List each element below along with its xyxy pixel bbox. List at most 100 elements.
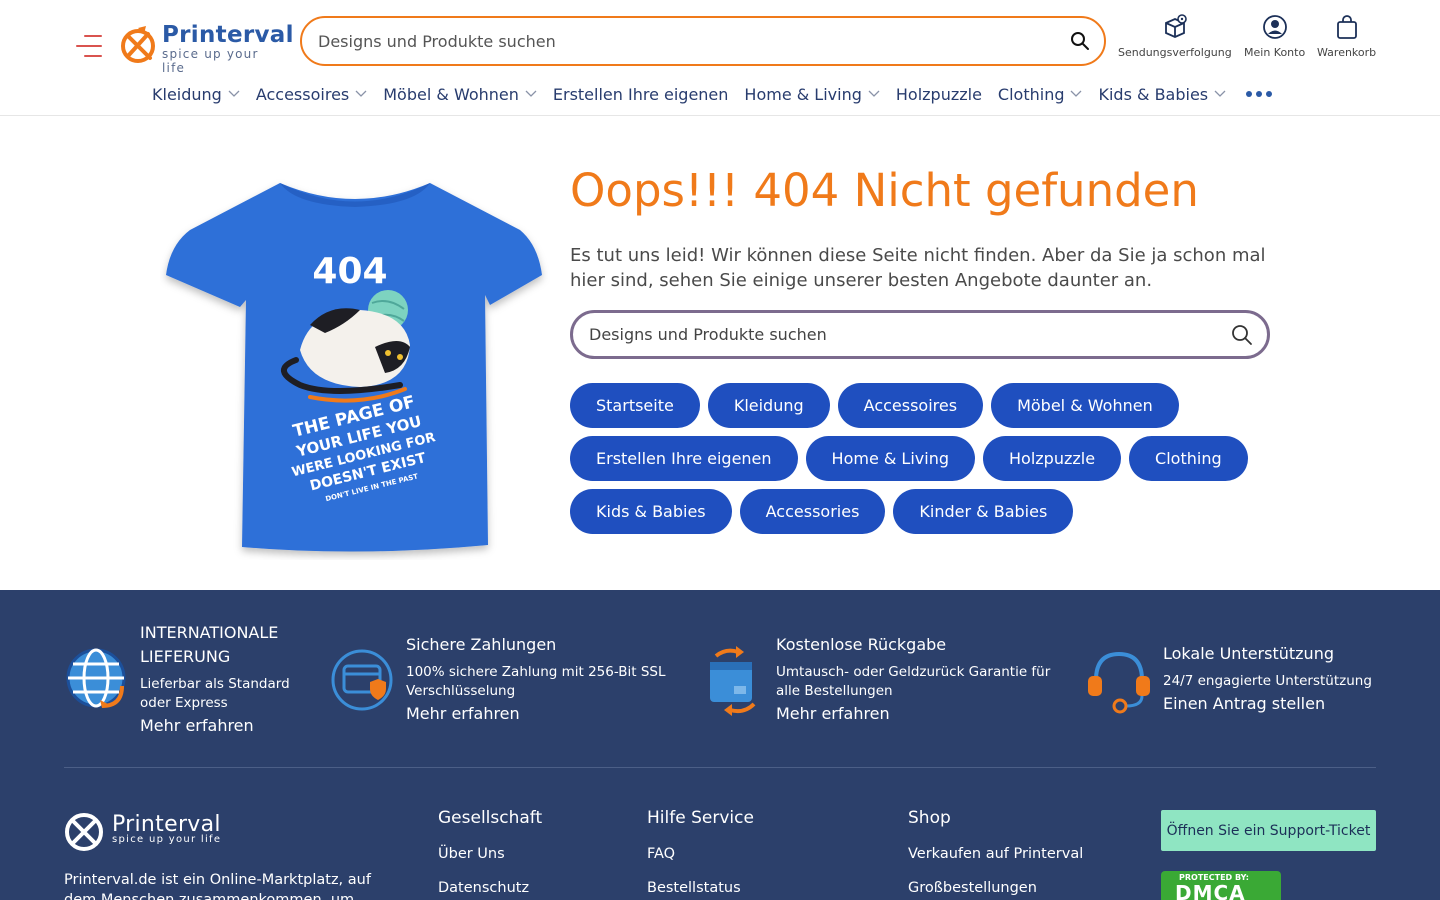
footer-column-heading: Gesellschaft bbox=[438, 808, 543, 828]
pill-kinder-babies[interactable]: Kinder & Babies bbox=[893, 489, 1074, 534]
globe-icon bbox=[66, 648, 126, 708]
cart-label: Warenkorb bbox=[1317, 46, 1377, 59]
search-icon[interactable] bbox=[1070, 31, 1090, 51]
cart-button[interactable]: Warenkorb bbox=[1317, 14, 1376, 59]
pill-kids-babies[interactable]: Kids & Babies bbox=[570, 489, 732, 534]
footer-column-hilfe: Hilfe Service FAQ Bestellstatus bbox=[647, 808, 754, 900]
pill-clothing[interactable]: Clothing bbox=[1129, 436, 1248, 481]
chevron-down-icon bbox=[355, 90, 367, 97]
feature-link[interactable]: Mehr erfahren bbox=[140, 716, 254, 735]
user-icon bbox=[1262, 15, 1287, 39]
nav-item-label: Kleidung bbox=[152, 84, 222, 104]
footer-link[interactable]: Datenschutz bbox=[438, 880, 542, 896]
header-search-input[interactable] bbox=[318, 18, 1038, 64]
footer-column-heading: Shop bbox=[908, 808, 951, 828]
feature-subtitle: 24/7 engagierte Unterstützung bbox=[1163, 673, 1372, 689]
footer-brand-tagline: spice up your life bbox=[112, 834, 222, 845]
feature-subtitle: 100% sichere Zahlung mit 256-Bit SSL Ver… bbox=[406, 664, 666, 699]
package-track-icon bbox=[1164, 14, 1187, 38]
tshirt-404-image: 404 THE PAGE OF YOUR LIFE YOU WERE LOOKI… bbox=[166, 183, 542, 552]
logo-mark-icon bbox=[65, 813, 103, 851]
nav-item-home-living[interactable]: Home & Living bbox=[744, 84, 880, 104]
nav-item-label: Kids & Babies bbox=[1098, 84, 1209, 104]
dmca-main-text: DMCA bbox=[1175, 881, 1246, 900]
footer-link[interactable]: Bestellstatus bbox=[647, 880, 754, 896]
support-ticket-button[interactable]: Öffnen Sie ein Support-Ticket bbox=[1161, 810, 1376, 851]
feature-title: INTERNATIONALE LIEFERUNG bbox=[140, 623, 279, 666]
return-box-icon bbox=[710, 646, 756, 716]
footer-logo[interactable]: Printerval spice up your life bbox=[64, 810, 244, 852]
feature-subtitle: Lieferbar als Standard oder Express bbox=[140, 676, 290, 711]
nav-item-kleidung[interactable]: Kleidung bbox=[152, 85, 240, 104]
page-title: Oops!!! 404 Nicht gefunden bbox=[570, 164, 1199, 217]
nav-item-label: Clothing bbox=[997, 84, 1065, 104]
footer-column-gesellschaft: Gesellschaft Über Uns Datenschutz bbox=[438, 808, 542, 900]
feature-link[interactable]: Mehr erfahren bbox=[776, 704, 890, 723]
footer-link[interactable]: Über Uns bbox=[438, 846, 542, 862]
pill-home-living[interactable]: Home & Living bbox=[805, 436, 975, 481]
nav-item-label: Accessoires bbox=[255, 84, 350, 104]
tracking-label: Sendungsverfolgung bbox=[1118, 46, 1232, 59]
feature-link[interactable]: Einen Antrag stellen bbox=[1163, 694, 1325, 713]
bag-icon bbox=[1336, 15, 1357, 39]
site-footer: INTERNATIONALE LIEFERUNG Lieferbar als S… bbox=[0, 590, 1440, 900]
feature-title: Lokale Unterstützung bbox=[1163, 644, 1334, 663]
pill-kleidung[interactable]: Kleidung bbox=[707, 383, 830, 428]
chevron-down-icon bbox=[868, 90, 880, 97]
account-label: Mein Konto bbox=[1244, 46, 1306, 59]
headset-icon bbox=[1088, 651, 1150, 714]
error-description: Es tut uns leid! Wir können diese Seite … bbox=[570, 245, 1266, 291]
footer-description: Printerval.de ist ein Online-Marktplatz,… bbox=[64, 872, 371, 900]
logo-mark-icon bbox=[121, 26, 155, 63]
feature-title: Kostenlose Rückgabe bbox=[776, 635, 947, 654]
nav-item-erstellen[interactable]: Erstellen Ihre eigenen bbox=[553, 85, 729, 104]
main-nav: Kleidung Accessoires Möbel & Wohnen Erst… bbox=[152, 80, 1276, 108]
footer-divider bbox=[64, 767, 1376, 768]
pill-accessoires[interactable]: Accessoires bbox=[837, 383, 984, 428]
footer-column-shop: Shop Verkaufen auf Printerval Großbestel… bbox=[908, 808, 1083, 900]
nav-item-label: Möbel & Wohnen bbox=[383, 84, 519, 104]
feature-title: Sichere Zahlungen bbox=[406, 635, 557, 654]
chevron-down-icon bbox=[1071, 90, 1082, 97]
category-pill-group: Startseite Kleidung Accessoires Möbel & … bbox=[570, 383, 1290, 542]
pill-accessories[interactable]: Accessories bbox=[739, 489, 886, 534]
menu-icon[interactable] bbox=[74, 33, 102, 59]
footer-link[interactable]: Verkaufen auf Printerval bbox=[908, 846, 1083, 862]
feature-subtitle: Umtausch- oder Geldzurück Garantie für a… bbox=[776, 664, 1051, 699]
brand-tagline: spice up your life bbox=[162, 47, 259, 75]
pill-row: Startseite Kleidung Accessoires Möbel & … bbox=[570, 383, 1290, 428]
footer-link[interactable]: FAQ bbox=[647, 846, 754, 862]
site-header: Printerval spice up your life Sendungsve… bbox=[0, 0, 1440, 116]
feature-shipping: INTERNATIONALE LIEFERUNG Lieferbar als S… bbox=[64, 590, 314, 750]
footer-link[interactable]: Großbestellungen bbox=[908, 880, 1083, 896]
pill-row: Kids & Babies Accessories Kinder & Babie… bbox=[570, 489, 1290, 534]
pill-moebel-wohnen[interactable]: Möbel & Wohnen bbox=[991, 383, 1179, 428]
nav-item-holzpuzzle[interactable]: Holzpuzzle bbox=[896, 85, 982, 104]
pill-erstellen[interactable]: Erstellen Ihre eigenen bbox=[570, 436, 798, 481]
main-search-bar bbox=[570, 310, 1270, 359]
main-search-input[interactable] bbox=[589, 313, 1209, 356]
feature-link[interactable]: Mehr erfahren bbox=[406, 704, 520, 723]
nav-item-clothing[interactable]: Clothing bbox=[998, 85, 1083, 104]
pill-startseite[interactable]: Startseite bbox=[570, 383, 700, 428]
brand-logo[interactable]: Printerval spice up your life bbox=[120, 22, 293, 75]
search-icon[interactable] bbox=[1231, 324, 1253, 346]
pill-holzpuzzle[interactable]: Holzpuzzle bbox=[983, 436, 1122, 481]
account-button[interactable]: Mein Konto bbox=[1244, 14, 1305, 59]
nav-item-accessoires[interactable]: Accessoires bbox=[256, 85, 367, 104]
chevron-down-icon bbox=[525, 90, 537, 97]
footer-column-heading: Hilfe Service bbox=[647, 808, 754, 828]
more-dots-icon[interactable] bbox=[1246, 91, 1276, 97]
dmca-badge[interactable]: PROTECTED BY: DMCA bbox=[1161, 871, 1281, 900]
nav-item-label: Home & Living bbox=[744, 84, 862, 104]
tracking-button[interactable]: Sendungsverfolgung bbox=[1118, 14, 1232, 59]
nav-item-label: Erstellen Ihre eigenen bbox=[552, 84, 729, 104]
shirt-404-text: 404 bbox=[312, 251, 387, 292]
feature-support: Lokale Unterstützung 24/7 engagierte Unt… bbox=[1086, 590, 1386, 750]
pill-row: Erstellen Ihre eigenen Home & Living Hol… bbox=[570, 436, 1290, 481]
nav-item-moebel-wohnen[interactable]: Möbel & Wohnen bbox=[383, 85, 537, 104]
header-search-bar bbox=[300, 16, 1106, 66]
feature-payment: Sichere Zahlungen 100% sichere Zahlung m… bbox=[330, 590, 690, 750]
nav-item-label: Holzpuzzle bbox=[895, 84, 982, 104]
nav-item-kids-babies[interactable]: Kids & Babies bbox=[1098, 85, 1226, 104]
